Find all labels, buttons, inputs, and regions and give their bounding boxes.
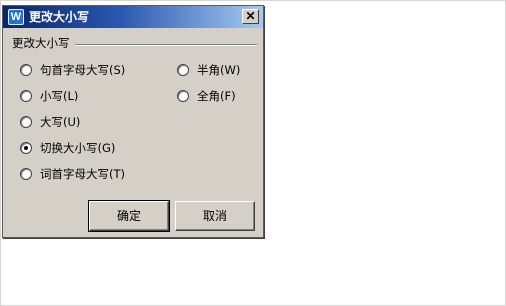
ok-button[interactable]: 确定 xyxy=(88,200,170,232)
radio-label: 全角(F) xyxy=(197,89,236,103)
dialog-title: 更改大小写 xyxy=(29,10,90,24)
radio-label: 大写(U) xyxy=(40,115,81,129)
radio-half-width[interactable]: 半角(W) xyxy=(177,62,240,78)
radio-sentence-case[interactable]: 句首字母大写(S) xyxy=(20,62,125,78)
change-case-dialog: W 更改大小写 ✕ 更改大小写 句首字母大写(S) 小写(L) 大写(U) 切换… xyxy=(2,5,264,238)
radio-label: 小写(L) xyxy=(40,89,79,103)
radio-circle-selected[interactable] xyxy=(20,142,32,154)
title-bar[interactable]: W 更改大小写 ✕ xyxy=(3,6,263,28)
radio-full-width[interactable]: 全角(F) xyxy=(177,88,236,104)
radio-circle[interactable] xyxy=(177,90,189,102)
radio-circle[interactable] xyxy=(20,90,32,102)
radio-circle[interactable] xyxy=(20,168,32,180)
radio-label: 半角(W) xyxy=(197,63,241,77)
wps-app-icon: W xyxy=(8,9,24,25)
radio-circle[interactable] xyxy=(20,64,32,76)
radio-label: 词首字母大写(T) xyxy=(40,167,125,181)
radio-toggle-case[interactable]: 切换大小写(G) xyxy=(20,140,115,156)
radio-uppercase[interactable]: 大写(U) xyxy=(20,114,80,130)
radio-lowercase[interactable]: 小写(L) xyxy=(20,88,78,104)
group-divider xyxy=(75,44,257,46)
close-button[interactable]: ✕ xyxy=(242,9,259,24)
radio-label: 切换大小写(G) xyxy=(40,141,116,155)
radio-circle[interactable] xyxy=(20,116,32,128)
group-label: 更改大小写 xyxy=(12,36,73,50)
radio-capitalize-words[interactable]: 词首字母大写(T) xyxy=(20,166,125,182)
cancel-button[interactable]: 取消 xyxy=(175,201,255,231)
radio-circle[interactable] xyxy=(177,64,189,76)
radio-label: 句首字母大写(S) xyxy=(40,63,126,77)
